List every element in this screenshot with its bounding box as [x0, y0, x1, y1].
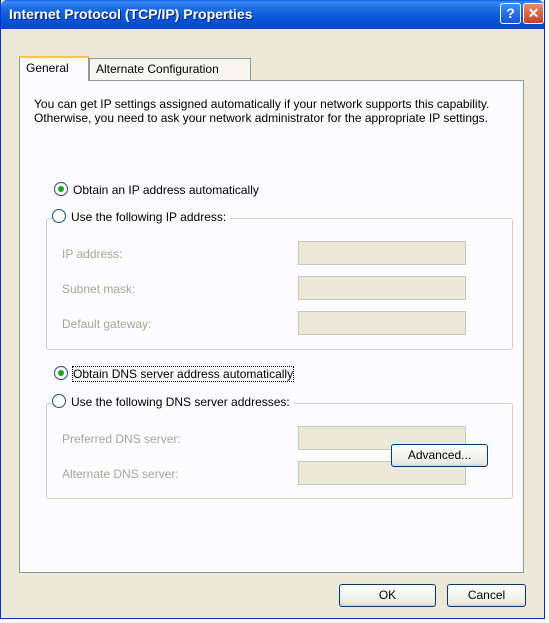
- default-gateway-field: [298, 311, 466, 335]
- ip-address-field: [298, 241, 466, 265]
- advanced-button[interactable]: Advanced...: [391, 444, 488, 467]
- ip-manual-label: Use the following IP address:: [71, 210, 227, 224]
- dialog-title: Internet Protocol (TCP/IP) Properties: [9, 6, 253, 22]
- help-button[interactable]: ?: [500, 3, 521, 24]
- general-tab-panel: You can get IP settings assigned automat…: [19, 80, 524, 573]
- dns-auto-label: Obtain DNS server address automatically: [71, 366, 295, 382]
- ip-auto-label: Obtain an IP address automatically: [73, 183, 259, 197]
- intro-text: You can get IP settings assigned automat…: [34, 97, 490, 125]
- close-button[interactable]: ✕: [523, 3, 544, 24]
- cancel-button[interactable]: Cancel: [447, 584, 526, 607]
- dns-manual-label: Use the following DNS server addresses:: [71, 395, 290, 409]
- tab-general[interactable]: General: [19, 56, 89, 81]
- ip-manual-radio[interactable]: [52, 209, 66, 223]
- ok-button[interactable]: OK: [339, 584, 436, 607]
- ip-auto-radio-option[interactable]: Obtain an IP address automatically: [54, 182, 259, 197]
- ip-auto-radio[interactable]: [54, 182, 68, 196]
- dns-auto-radio-option[interactable]: Obtain DNS server address automatically: [54, 366, 295, 382]
- default-gateway-label: Default gateway:: [62, 317, 152, 331]
- preferred-dns-label: Preferred DNS server:: [62, 432, 181, 446]
- alternate-dns-label: Alternate DNS server:: [62, 467, 179, 481]
- dns-manual-radio-option[interactable]: Use the following DNS server addresses:: [52, 394, 294, 409]
- title-bar[interactable]: Internet Protocol (TCP/IP) Properties ? …: [1, 0, 544, 29]
- subnet-mask-field: [298, 276, 466, 300]
- dialog-window: Internet Protocol (TCP/IP) Properties ? …: [0, 0, 545, 619]
- tab-alternate-configuration[interactable]: Alternate Configuration: [89, 58, 251, 80]
- subnet-mask-label: Subnet mask:: [62, 282, 136, 296]
- ip-manual-radio-option[interactable]: Use the following IP address:: [52, 209, 231, 224]
- dns-auto-radio[interactable]: [54, 366, 68, 380]
- ip-address-label: IP address:: [62, 247, 123, 261]
- dns-manual-radio[interactable]: [52, 394, 66, 408]
